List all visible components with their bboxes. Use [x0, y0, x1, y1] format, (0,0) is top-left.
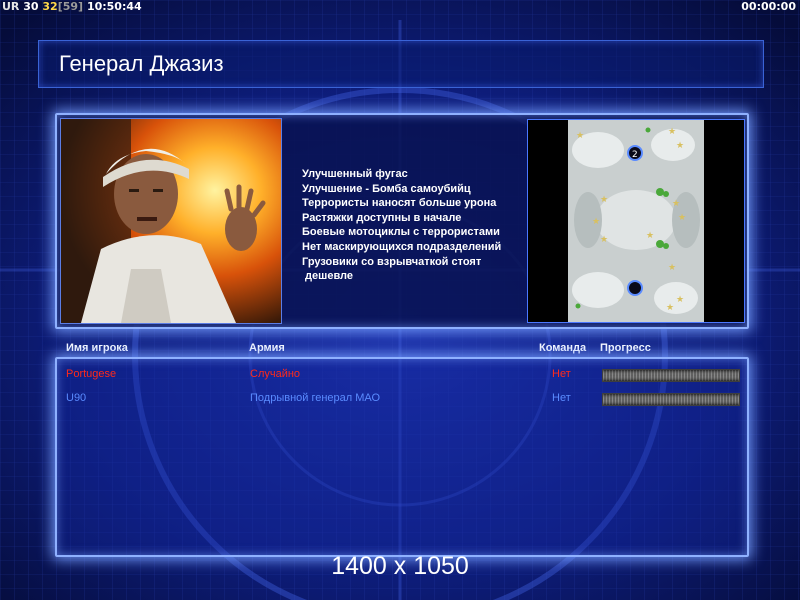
svg-text:★: ★: [600, 235, 608, 245]
game-timer: 00:00:00: [741, 0, 796, 13]
general-info-panel: Улучшенный фугас Улучшение - Бомба самоу…: [55, 113, 749, 329]
header-army: Армия: [249, 342, 285, 354]
hud-stats: UR 30 32[59] 10:50:44: [2, 0, 142, 13]
bonus-item: Террористы наносят больше урона: [302, 197, 497, 210]
general-portrait: [60, 118, 282, 324]
svg-text:★: ★: [676, 141, 684, 151]
bonus-item: Растяжки доступны в начале: [302, 211, 462, 224]
svg-text:★: ★: [668, 127, 676, 137]
ur-label: UR: [2, 0, 20, 13]
bonus-item: Грузовики со взрывчаткой стоят: [302, 255, 482, 268]
general-bonuses-list: Улучшенный фугас Улучшение - Бомба самоу…: [302, 167, 532, 284]
player-army: Подрывной генерал МАО: [250, 392, 381, 404]
players-panel: Portugese Случайно Нет U90 Подрывной ген…: [55, 357, 749, 557]
fps-value: 30: [23, 0, 39, 13]
svg-text:★: ★: [666, 303, 674, 313]
title-panel: Генерал Джазиз: [38, 40, 764, 88]
bonus-item: Улучшенный фугас: [302, 168, 408, 180]
svg-text:★: ★: [676, 295, 684, 305]
svg-text:★: ★: [646, 231, 654, 241]
fps-cap: [59]: [57, 0, 84, 13]
header-team: Команда: [539, 342, 587, 354]
start-position-label: 2: [632, 150, 638, 160]
clock: 10:50:44: [86, 0, 142, 13]
svg-text:★: ★: [592, 217, 600, 227]
screen-title: Генерал Джазиз: [59, 51, 224, 76]
player-row: Portugese Случайно Нет: [57, 368, 747, 384]
player-row: U90 Подрывной генерал МАО Нет: [57, 392, 747, 408]
header-player-name: Имя игрока: [66, 342, 128, 354]
loading-progress-bar: [602, 369, 740, 382]
player-name: Portugese: [66, 368, 117, 380]
bonus-item: Улучшение - Бомба самоубийц: [302, 182, 471, 195]
fps-current: 32: [42, 0, 58, 13]
loading-progress-bar: [602, 393, 740, 406]
player-name: U90: [66, 392, 87, 404]
svg-text:★: ★: [668, 263, 676, 273]
resolution-label: 1400 x 1050: [331, 552, 469, 580]
bonus-item: Нет маскирующихся подразделений: [302, 240, 502, 253]
header-progress: Прогресс: [600, 342, 651, 354]
svg-text:★: ★: [672, 199, 680, 209]
svg-text:★: ★: [600, 195, 608, 205]
svg-text:★: ★: [678, 213, 686, 223]
player-army: Случайно: [250, 368, 301, 380]
bonus-item: Боевые мотоциклы с террористами: [302, 226, 500, 239]
player-team: Нет: [552, 392, 571, 404]
map-preview[interactable]: ★ ★ ★ ★ ★ ★ ★ ★ ★ ★ ★ ★ 2: [527, 119, 745, 323]
bonus-item: дешевле: [302, 270, 354, 283]
player-team: Нет: [552, 368, 571, 380]
svg-text:★: ★: [576, 131, 584, 141]
